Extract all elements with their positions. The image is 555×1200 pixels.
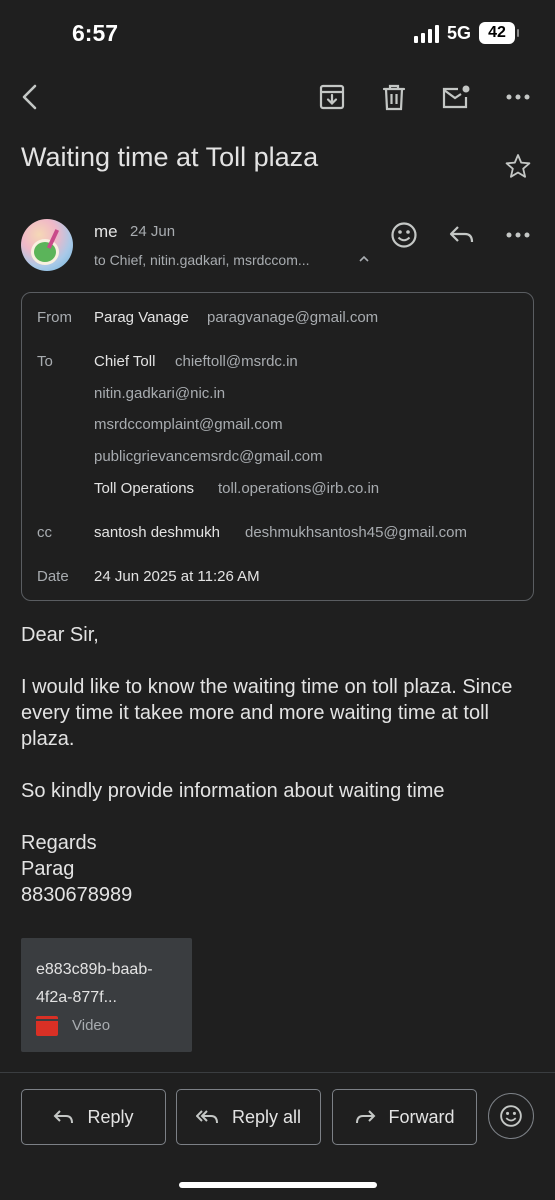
date-label: Date: [37, 568, 69, 585]
recipient-summary[interactable]: to Chief, nitin.gadkari, msrdccom...: [94, 252, 310, 268]
email-subject: Waiting time at Toll plaza: [21, 142, 319, 172]
divider: [0, 1072, 555, 1073]
avatar[interactable]: [21, 219, 73, 271]
from-name: Parag Vanage: [94, 309, 189, 326]
battery-icon: 42: [479, 22, 519, 44]
sender-row: me 24 Jun to Chief, nitin.gadkari, msrdc…: [0, 214, 555, 284]
body-paragraph: So kindly provide information about wait…: [21, 780, 445, 802]
emoji-icon: [500, 1105, 522, 1127]
to-email[interactable]: toll.operations@irb.co.in: [218, 480, 379, 497]
attachment-type: Video: [72, 1017, 111, 1034]
reply-all-icon: [195, 1110, 218, 1124]
emoji-reaction-icon[interactable]: [384, 215, 424, 255]
battery-level: 42: [488, 24, 506, 41]
email-screen: 6:57 5G 42 Waiting time at Toll plaza me…: [0, 0, 555, 1200]
from-label: From: [37, 309, 72, 326]
attachment-name: e883c89b-baab-4f2a-877f...: [36, 961, 153, 1006]
sender-name: me: [94, 222, 118, 241]
cc-email[interactable]: deshmukhsantosh45@gmail.com: [245, 524, 467, 541]
status-bar: 6:57 5G 42: [0, 0, 555, 66]
cc-label: cc: [37, 524, 52, 541]
signal-icon: [413, 23, 439, 43]
more-vert-icon[interactable]: [498, 215, 538, 255]
more-vert-icon[interactable]: [498, 77, 538, 117]
to-email[interactable]: chieftoll@msrdc.in: [175, 353, 298, 370]
body-greeting: Dear Sir,: [21, 624, 99, 646]
home-indicator[interactable]: [179, 1182, 377, 1188]
network-type: 5G: [446, 22, 471, 43]
body-paragraph: I would like to know the waiting time on…: [21, 676, 513, 750]
signature-line: Regards: [21, 832, 97, 854]
message-details: From Parag Vanage paragvanage@gmail.com …: [21, 292, 534, 601]
trash-icon[interactable]: [374, 77, 414, 117]
signature-line: 8830678989: [21, 884, 133, 906]
to-email[interactable]: msrdccomplaint@gmail.com: [94, 416, 283, 433]
sender-date: 24 Jun: [130, 223, 176, 240]
forward-label: Forward: [388, 1106, 455, 1127]
archive-icon[interactable]: [312, 77, 352, 117]
reply-button[interactable]: Reply: [21, 1089, 166, 1145]
reply-icon: [54, 1110, 74, 1124]
back-arrow-icon[interactable]: [10, 77, 50, 117]
forward-icon: [356, 1110, 376, 1124]
reply-all-label: Reply all: [231, 1106, 302, 1127]
email-body: Dear Sir, I would like to know the waiti…: [21, 622, 541, 908]
date-value: 24 Jun 2025 at 11:26 AM: [94, 568, 260, 585]
to-name: Toll Operations: [94, 480, 195, 497]
cc-name: santosh deshmukh: [94, 524, 220, 541]
status-indicators: 5G 42: [413, 22, 519, 44]
reply-all-button[interactable]: Reply all: [176, 1089, 321, 1145]
reply-icon[interactable]: [442, 215, 482, 255]
to-name: Chief Toll: [94, 353, 156, 370]
to-label: To: [37, 353, 53, 370]
forward-button[interactable]: Forward: [332, 1089, 477, 1145]
status-time: 6:57: [72, 19, 119, 46]
reply-label: Reply: [87, 1106, 134, 1127]
to-email[interactable]: publicgrievancemsrdc@gmail.com: [94, 448, 323, 465]
star-icon[interactable]: [498, 146, 538, 186]
from-email[interactable]: paragvanage@gmail.com: [207, 309, 378, 326]
emoji-reaction-button[interactable]: [488, 1093, 534, 1139]
chevron-up-icon[interactable]: [358, 252, 370, 266]
video-file-icon: [36, 1016, 58, 1036]
mail-unread-icon[interactable]: [436, 77, 476, 117]
top-toolbar: [0, 72, 555, 122]
to-email[interactable]: nitin.gadkari@nic.in: [94, 385, 225, 402]
attachment-card[interactable]: e883c89b-baab-4f2a-877f... Video: [21, 938, 192, 1052]
signature-line: Parag: [21, 858, 75, 880]
